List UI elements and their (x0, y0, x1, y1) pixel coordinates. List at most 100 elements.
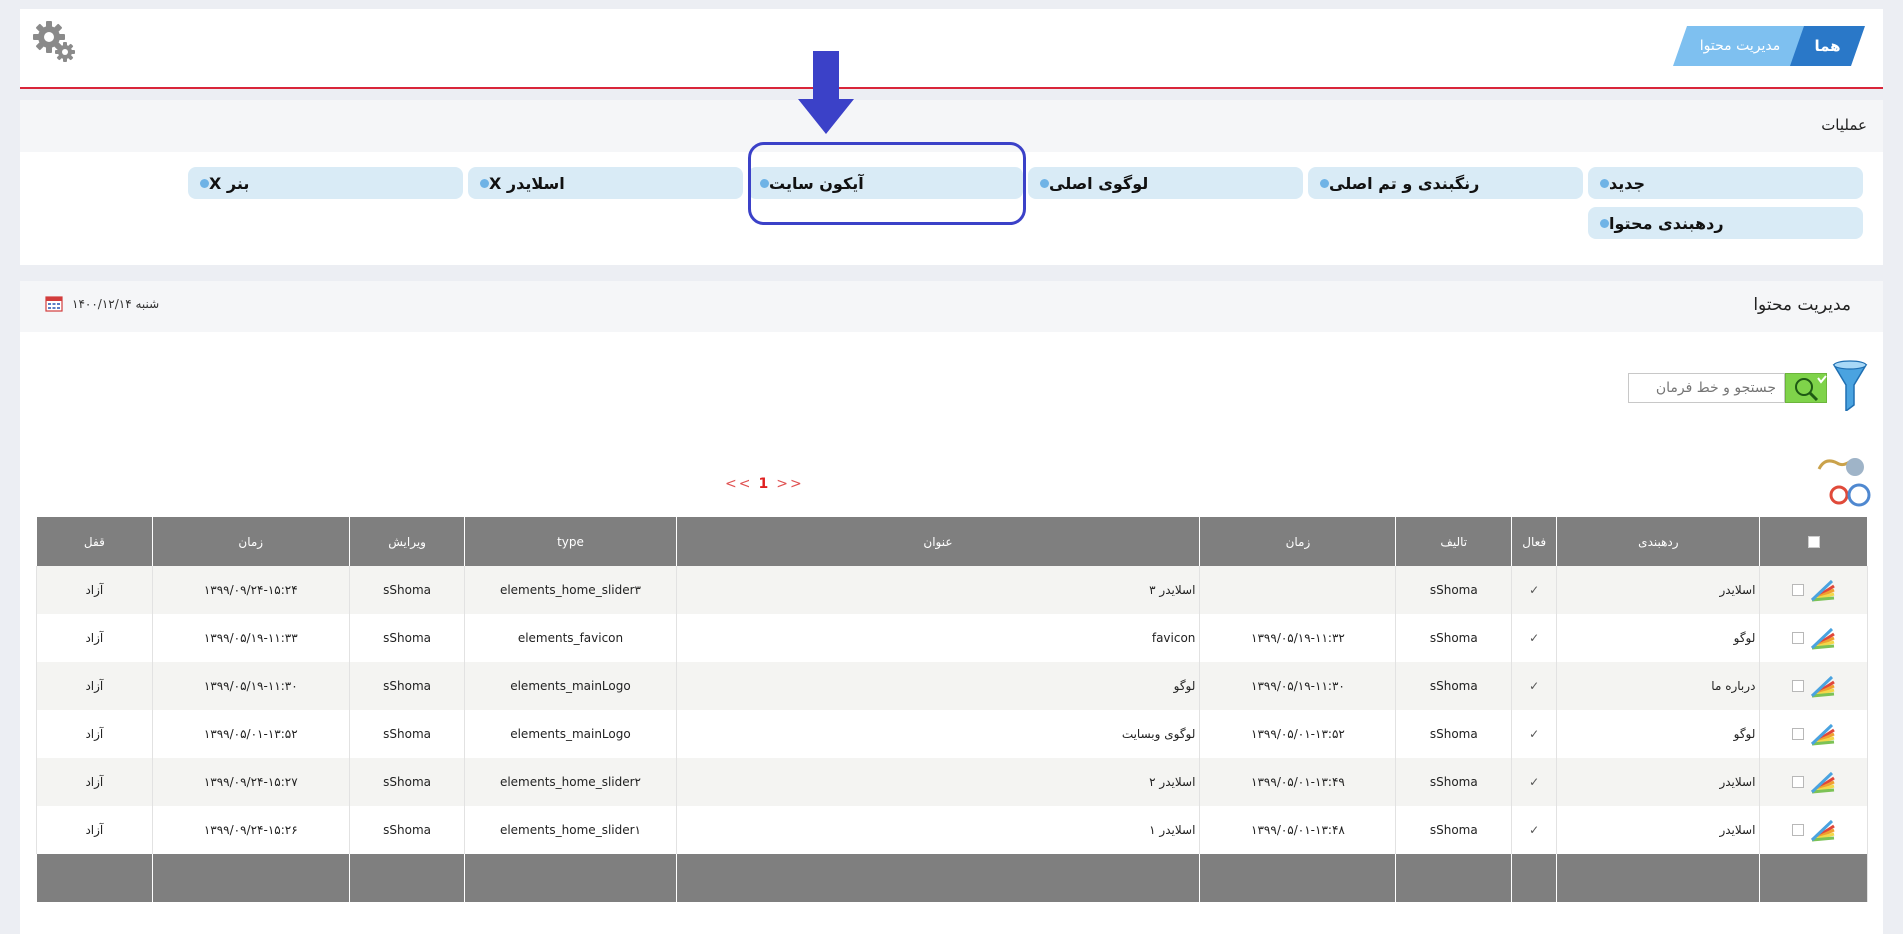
pager-page[interactable]: 1 (758, 476, 770, 492)
cell-text: اسلایدر (1719, 823, 1756, 837)
type-cell: elements_home_slider۲ (464, 758, 677, 806)
editor-cell: sShoma (348, 662, 466, 710)
row-checkbox[interactable] (1791, 680, 1804, 692)
row-select-cell[interactable] (1759, 806, 1868, 854)
search-button[interactable] (1785, 373, 1827, 403)
color-fan-icon[interactable] (1810, 818, 1836, 842)
author-cell: sShoma (1395, 662, 1513, 710)
type-cell: elements_home_slider۳ (464, 566, 677, 614)
select-all-header[interactable] (1759, 517, 1868, 566)
content-header: مدیریت محتوا شنبه ۱۴۰۰/۱۲/۱۴ (20, 281, 1883, 332)
breadcrumb: مدیریت محتوا هما (1665, 26, 1865, 66)
cell-text: درباره ما (1711, 679, 1756, 693)
op-button-label: ردهبندی محتوا (1609, 213, 1724, 233)
calendar-icon (45, 296, 63, 312)
footer-cell (1759, 854, 1868, 902)
annotation-highlight-box (748, 142, 1026, 225)
row-select-cell[interactable] (1759, 758, 1868, 806)
table-row[interactable]: درباره ما ✓ sShoma ۱۳۹۹/۰۵/۱۹-۱۱:۳۰ لوگو elem… (36, 662, 1868, 710)
active-cell: ✓ (1511, 710, 1558, 758)
row-select-cell[interactable] (1759, 566, 1868, 614)
cell-text: آزاد (85, 679, 104, 693)
color-fan-icon[interactable] (1810, 674, 1836, 698)
column-header[interactable]: قفل (36, 517, 153, 566)
refresh-icon[interactable] (1811, 451, 1871, 509)
column-header[interactable]: تالیف (1395, 517, 1513, 566)
column-header[interactable]: type (464, 517, 677, 566)
table-row[interactable]: اسلایدر ✓ sShoma ۱۳۹۹/۰۵/۰۱-۱۳:۴۹ اسلایدر ۲ e… (36, 758, 1868, 806)
footer-cell (1556, 854, 1761, 902)
table-row[interactable]: لوگو ✓ sShoma ۱۳۹۹/۰۵/۰۱-۱۳:۵۲ لوگوی وبسایت e… (36, 710, 1868, 758)
color-fan-icon[interactable] (1810, 578, 1836, 602)
edit-time-cell: ۱۳۹۹/۰۵/۱۹-۱۱:۳۳ (151, 614, 350, 662)
op-button-banner[interactable]: بنر X (188, 167, 463, 199)
op-button-label: بنر X (209, 173, 250, 193)
editor-cell: sShoma (348, 710, 466, 758)
column-header[interactable]: ویرایش (348, 517, 466, 566)
bullet-icon (1320, 178, 1329, 188)
type-cell: elements_mainLogo (464, 662, 677, 710)
cell-text: sShoma (383, 727, 432, 741)
column-header[interactable]: ردهبندی (1556, 517, 1761, 566)
editor-cell: sShoma (348, 758, 466, 806)
search-bar (1619, 359, 1869, 411)
pagination: << 1 >> (725, 476, 804, 492)
op-button-slider[interactable]: اسلایدر X (468, 167, 743, 199)
type-cell: elements_mainLogo (464, 710, 677, 758)
cell-text: elements_mainLogo (510, 727, 631, 741)
row-checkbox[interactable] (1791, 824, 1804, 836)
op-button-main-logo[interactable]: لوگوی اصلی (1028, 167, 1303, 199)
time-cell: ۱۳۹۹/۰۵/۱۹-۱۱:۳۰ (1199, 662, 1397, 710)
column-header[interactable]: فعال (1511, 517, 1558, 566)
gears-icon[interactable] (32, 19, 78, 65)
color-fan-icon[interactable] (1810, 722, 1836, 746)
cell-text: sShoma (1429, 631, 1478, 645)
bullet-icon (200, 178, 209, 188)
row-select-cell[interactable] (1759, 662, 1868, 710)
bullet-icon (1600, 178, 1609, 188)
category-cell: اسلایدر (1556, 566, 1761, 614)
op-button-new[interactable]: جدید (1588, 167, 1863, 199)
author-cell: sShoma (1395, 614, 1513, 662)
op-button-label: اسلایدر X (489, 173, 565, 193)
pager-next[interactable]: >> (776, 476, 803, 492)
table-row[interactable]: لوگو ✓ sShoma ۱۳۹۹/۰۵/۱۹-۱۱:۳۲ favicon elemen… (36, 614, 1868, 662)
operations-title: عملیات (1821, 116, 1867, 134)
check-icon: ✓ (1529, 823, 1540, 837)
op-button-content-categories[interactable]: ردهبندی محتوا (1588, 207, 1863, 239)
color-fan-icon[interactable] (1810, 626, 1836, 650)
row-checkbox[interactable] (1791, 776, 1804, 788)
time-cell: ۱۳۹۹/۰۵/۰۱-۱۳:۴۸ (1199, 806, 1397, 854)
lock-cell: آزاد (36, 806, 153, 854)
funnel-icon[interactable] (1831, 359, 1869, 411)
category-cell: درباره ما (1556, 662, 1761, 710)
column-header[interactable]: زمان (1199, 517, 1397, 566)
cell-text: ۱۳۹۹/۰۹/۲۴-۱۵:۲۴ (203, 583, 298, 597)
title-cell: favicon (675, 614, 1201, 662)
row-checkbox[interactable] (1791, 728, 1804, 740)
table-row[interactable]: اسلایدر ✓ sShoma اسلایدر ۳ elements_home_sli… (36, 566, 1868, 614)
column-header[interactable]: عنوان (675, 517, 1201, 566)
pager-prev[interactable]: << (725, 476, 752, 492)
check-icon: ✓ (1529, 775, 1540, 789)
row-checkbox[interactable] (1791, 584, 1804, 596)
cell-text: ۱۳۹۹/۰۵/۰۱-۱۳:۵۲ (203, 727, 298, 741)
footer-cell (1395, 854, 1513, 902)
table-header-row: ردهبندی فعال تالیف زمان عنوان type ویرای… (36, 517, 1868, 566)
cell-text: اسلایدر ۳ (1149, 583, 1196, 597)
lock-cell: آزاد (36, 566, 153, 614)
cell-text: اسلایدر ۱ (1149, 823, 1196, 837)
column-header[interactable]: زمان (151, 517, 350, 566)
select-all-checkbox[interactable] (1807, 536, 1820, 548)
table-row[interactable]: اسلایدر ✓ sShoma ۱۳۹۹/۰۵/۰۱-۱۳:۴۸ اسلایدر ۱ e… (36, 806, 1868, 854)
breadcrumb-current[interactable]: مدیریت محتوا (1673, 26, 1807, 66)
op-button-theme[interactable]: رنگبندی و تم اصلی (1308, 167, 1583, 199)
editor-cell: sShoma (348, 614, 466, 662)
row-select-cell[interactable] (1759, 614, 1868, 662)
row-checkbox[interactable] (1791, 632, 1804, 644)
search-input[interactable] (1628, 373, 1785, 403)
color-fan-icon[interactable] (1810, 770, 1836, 794)
annotation-arrow-shaft (813, 51, 839, 101)
cell-text: آزاد (85, 823, 104, 837)
row-select-cell[interactable] (1759, 710, 1868, 758)
